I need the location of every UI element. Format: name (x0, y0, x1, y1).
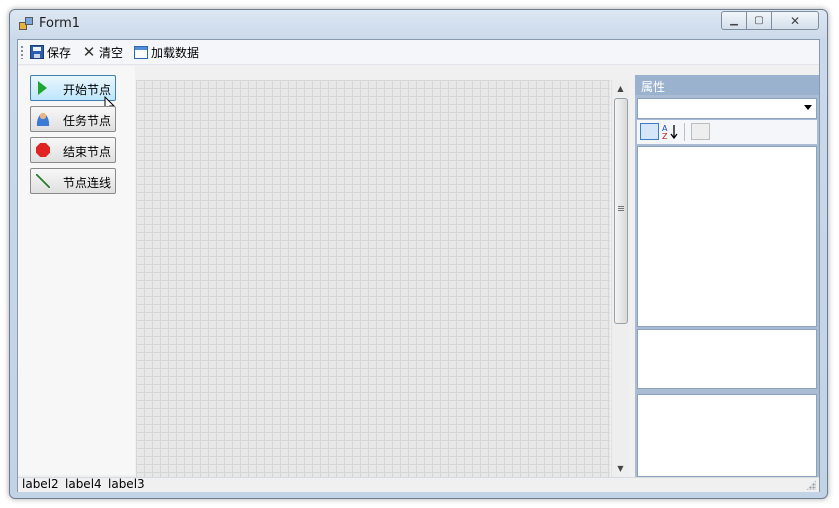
maximize-button[interactable]: ▢ (746, 11, 771, 30)
maximize-icon: ▢ (754, 15, 764, 26)
close-button[interactable]: ✕ (771, 11, 819, 30)
save-button[interactable]: 保存 (30, 43, 71, 61)
property-grid[interactable] (637, 146, 817, 327)
window-controls: ▁ ▢ ✕ (721, 11, 819, 30)
property-toolbar: A Z (637, 120, 817, 144)
property-panel: 属性 A Z (635, 75, 819, 477)
minimize-button[interactable]: ▁ (721, 11, 746, 30)
end-node-label: 结束节点 (63, 145, 112, 159)
categorized-view-icon[interactable] (640, 123, 659, 140)
main-window: Form1 ▁ ▢ ✕ 保存 ✕ 清空 加载数据 开始节点 任务节点 结束节点 … (9, 9, 828, 499)
window-title: Form1 (39, 16, 81, 31)
status-label3: label3 (108, 477, 145, 491)
minimize-icon: ▁ (730, 15, 738, 26)
chevron-down-icon[interactable] (804, 105, 812, 110)
link-node-button[interactable]: 节点连线 (30, 168, 116, 194)
close-icon: ✕ (789, 13, 801, 28)
user-icon (36, 112, 50, 126)
save-icon (30, 45, 44, 59)
property-panel-title: 属性 (641, 80, 666, 94)
start-node-button[interactable]: 开始节点 (30, 75, 116, 114)
property-description-pane (637, 329, 817, 389)
object-selector-combo[interactable] (637, 98, 817, 119)
connector-line-icon (36, 174, 50, 188)
status-label4: label4 (65, 477, 102, 491)
scroll-up-icon[interactable]: ▲ (612, 80, 629, 97)
scroll-thumb[interactable] (614, 98, 628, 324)
toolbar-separator (684, 123, 685, 141)
task-node-label: 任务节点 (63, 114, 112, 128)
stop-icon (36, 143, 50, 157)
alphabetical-sort-icon[interactable]: A Z (661, 123, 680, 141)
toolbar-grip[interactable] (21, 45, 23, 59)
toolbar: 保存 ✕ 清空 加载数据 (18, 40, 819, 65)
load-data-button[interactable]: 加载数据 (134, 43, 199, 61)
end-node-button[interactable]: 结束节点 (30, 137, 116, 163)
task-node-button[interactable]: 任务节点 (30, 106, 116, 132)
load-data-label: 加载数据 (151, 45, 200, 60)
property-panel-header: 属性 (635, 75, 819, 95)
clear-label: 清空 (99, 45, 124, 60)
title-bar[interactable]: Form1 ▁ ▢ ✕ (10, 10, 827, 40)
load-data-icon (134, 45, 148, 59)
clear-button[interactable]: ✕ 清空 (82, 43, 123, 61)
status-bar: label2 label4 label3 (18, 477, 819, 492)
play-icon (38, 81, 47, 95)
canvas-vertical-scrollbar[interactable]: ▲ ▼ (611, 80, 629, 477)
link-node-label: 节点连线 (63, 176, 112, 190)
app-icon (19, 17, 33, 31)
clear-icon: ✕ (82, 43, 96, 61)
design-canvas[interactable] (136, 80, 610, 477)
svg-text:Z: Z (662, 132, 668, 140)
client-area: 保存 ✕ 清空 加载数据 开始节点 任务节点 结束节点 节点连线 ▲ ▼ 属性 … (17, 39, 820, 492)
status-label2: label2 (22, 477, 59, 491)
property-extra-pane (637, 394, 817, 477)
node-palette: 开始节点 任务节点 结束节点 节点连线 (18, 66, 135, 475)
property-pages-icon[interactable] (691, 123, 710, 140)
resize-grip-icon[interactable] (806, 480, 816, 490)
save-label: 保存 (47, 45, 72, 60)
scroll-down-icon[interactable]: ▼ (612, 460, 629, 477)
